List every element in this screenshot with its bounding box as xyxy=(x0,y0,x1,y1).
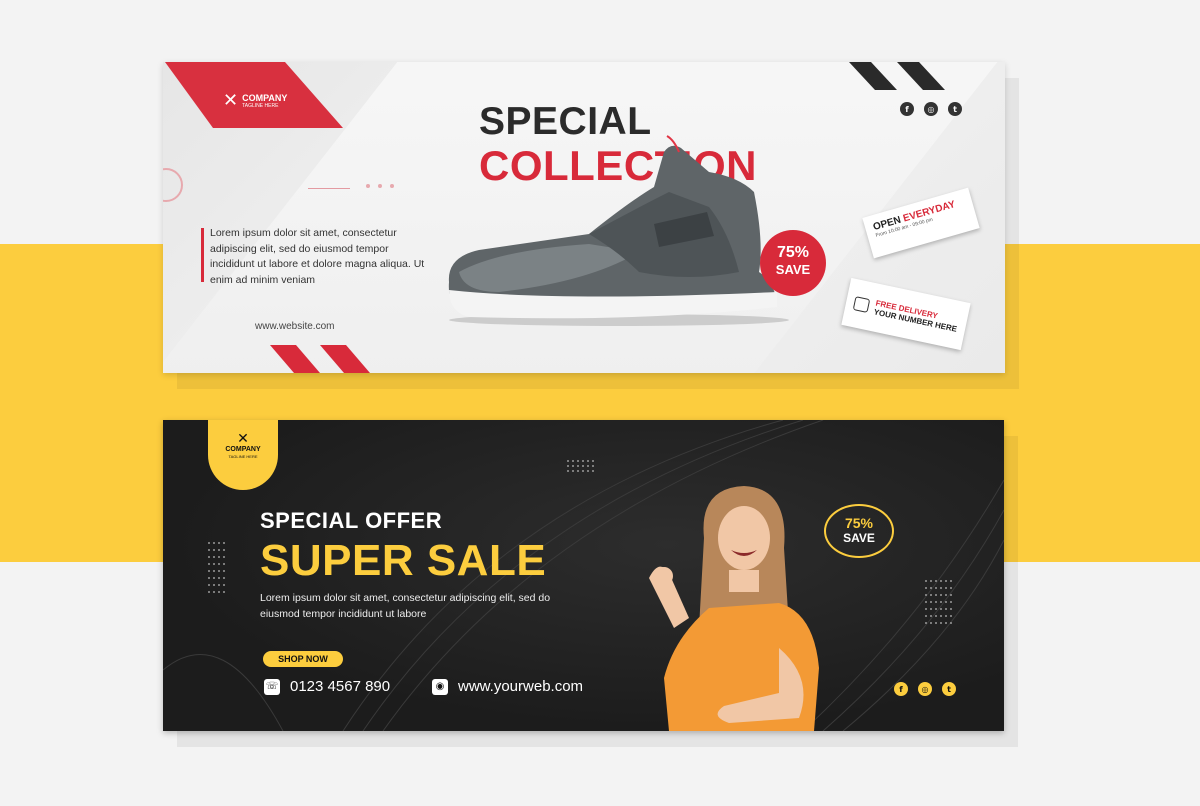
body-text: Lorem ipsum dolor sit amet, consectetur … xyxy=(210,227,425,286)
twitter-icon[interactable]: t xyxy=(942,682,956,696)
dot-grid-decoration xyxy=(567,460,594,472)
dot-grid-decoration xyxy=(208,542,225,593)
globe-icon: ◉ xyxy=(432,678,448,695)
social-icons: f ◎ t xyxy=(894,682,956,696)
phone-contact[interactable]: ☏ 0123 4567 890 xyxy=(264,678,390,695)
circle-decoration xyxy=(163,168,183,202)
special-collection-banner: ✕ COMPANY TAGLINE HERE f ◎ t SPECIAL COL… xyxy=(163,62,1005,373)
twitter-icon[interactable]: t xyxy=(948,102,962,116)
x-icon: ✕ xyxy=(223,90,239,111)
chat-icon xyxy=(852,296,871,313)
discount-percent: 75% xyxy=(844,515,874,531)
free-delivery-card: FREE DELIVERY YOUR NUMBER HERE xyxy=(841,277,971,351)
company-name: COMPANY xyxy=(225,446,261,453)
title-super-sale: SUPER SALE xyxy=(260,536,547,585)
diagonal-stripes-icon xyxy=(270,345,370,373)
dot-grid-decoration xyxy=(925,580,952,624)
discount-percent: 75% xyxy=(776,244,810,261)
line-decoration xyxy=(308,188,350,189)
facebook-icon[interactable]: f xyxy=(894,682,908,696)
discount-label: SAVE xyxy=(775,262,811,277)
instagram-icon[interactable]: ◎ xyxy=(924,102,938,116)
super-sale-banner: ✕ COMPANY TAGLINE HERE SPECIAL OFFER SUP… xyxy=(163,420,1004,731)
discount-label: SAVE xyxy=(843,531,875,545)
social-icons: f ◎ t xyxy=(900,102,962,116)
shop-now-button[interactable]: SHOP NOW xyxy=(263,651,343,667)
body-accent-bar xyxy=(201,228,204,282)
subtitle-special-offer: SPECIAL OFFER xyxy=(260,508,443,533)
website-contact[interactable]: ◉ www.yourweb.com xyxy=(432,678,583,695)
company-name: COMPANY xyxy=(242,92,288,103)
discount-badge: 75% SAVE xyxy=(824,504,894,558)
company-tagline: TAGLINE HERE xyxy=(228,454,258,459)
company-tagline: TAGLINE HERE xyxy=(242,102,279,109)
x-icon: ✕ xyxy=(237,431,249,447)
company-logo[interactable]: ✕ COMPANY TAGLINE HERE xyxy=(223,92,287,110)
website-link: www.yourweb.com xyxy=(458,678,584,695)
dots-decoration xyxy=(366,184,394,188)
woman-image xyxy=(649,486,819,731)
company-logo[interactable]: ✕ COMPANY TAGLINE HERE xyxy=(208,420,278,490)
diagonal-stripes-icon xyxy=(849,62,945,90)
discount-badge: 75% SAVE xyxy=(760,230,826,296)
phone-number: 0123 4567 890 xyxy=(290,678,391,695)
instagram-icon[interactable]: ◎ xyxy=(918,682,932,696)
sneaker-image xyxy=(448,135,789,326)
phone-icon: ☏ xyxy=(264,678,280,695)
body-text: Lorem ipsum dolor sit amet, consectetur … xyxy=(260,592,551,620)
website-link[interactable]: www.website.com xyxy=(255,321,334,332)
facebook-icon[interactable]: f xyxy=(900,102,914,116)
